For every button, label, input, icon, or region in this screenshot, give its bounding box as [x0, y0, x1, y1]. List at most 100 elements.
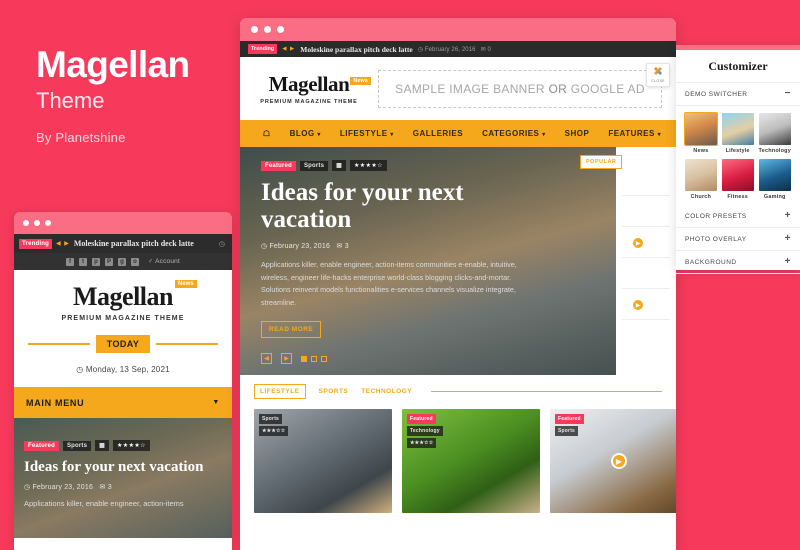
hero-date: February 23, 2016: [32, 483, 94, 491]
list-item[interactable]: [622, 200, 670, 227]
googleplus-icon[interactable]: g: [118, 257, 126, 266]
chevron-down-icon[interactable]: ▼: [212, 399, 220, 406]
play-icon[interactable]: ▶: [611, 453, 627, 469]
demo-item-church[interactable]: Church: [685, 159, 717, 200]
nav-item-features[interactable]: FEATURES ▾: [608, 129, 661, 138]
tag-featured[interactable]: Featured: [261, 160, 296, 171]
demo-switcher-grid: News Lifestyle Technology Church Fitness…: [676, 106, 800, 205]
expand-plus-icon[interactable]: +: [785, 257, 791, 267]
trending-arrows-icon[interactable]: ◀ ▶: [56, 240, 70, 247]
card-tags: Featured Technology ★★★☆☆: [407, 414, 443, 448]
demo-item-fitness[interactable]: Fitness: [721, 159, 754, 200]
demo-item-news[interactable]: News: [684, 112, 718, 154]
divider-right: [156, 343, 219, 345]
trending-headline[interactable]: Moleskine parallax pitch deck latte: [74, 239, 194, 248]
tab-sports[interactable]: SPORTS: [319, 388, 349, 395]
site-logo[interactable]: Magellan: [269, 72, 350, 97]
trending-arrows-icon[interactable]: ◀ ▶: [282, 46, 295, 52]
customizer-section-photo-overlay[interactable]: PHOTO OVERLAY +: [676, 228, 800, 251]
instagram-icon[interactable]: o: [131, 257, 139, 266]
demo-item-lifestyle[interactable]: Lifestyle: [721, 113, 754, 154]
close-button[interactable]: ✖ CLOSE: [646, 63, 670, 87]
chevron-down-icon: ▾: [390, 132, 394, 138]
collapse-minus-icon[interactable]: −: [785, 89, 791, 99]
mobile-hero-meta: ◷ February 23, 2016 ✉ 3: [24, 483, 112, 491]
mobile-hero-article[interactable]: Featured Sports ▩ ★★★★☆ Ideas for your n…: [14, 418, 232, 538]
list-item[interactable]: ▶: [622, 231, 670, 258]
nav-item-galleries[interactable]: GALLERIES: [413, 129, 463, 138]
window-dot-close[interactable]: [23, 220, 29, 226]
close-button-label: CLOSE: [651, 79, 665, 83]
hero-title[interactable]: Ideas for your next vacation: [261, 179, 536, 233]
customizer-section-background[interactable]: BACKGROUND +: [676, 251, 800, 274]
pinterest-icon[interactable]: P: [105, 257, 113, 266]
clock-icon: ◷: [218, 240, 225, 248]
mobile-main-menu[interactable]: MAIN MENU ▼: [14, 387, 232, 418]
article-card[interactable]: Featured Technology ★★★☆☆: [402, 409, 540, 513]
ad-banner-placeholder[interactable]: SAMPLE IMAGE BANNER OR GOOGLE AD 728: [378, 69, 662, 108]
slider-dot-2[interactable]: [311, 355, 317, 362]
window-dot-maximize[interactable]: [277, 26, 284, 33]
play-icon[interactable]: ▶: [632, 237, 644, 249]
list-item[interactable]: [622, 169, 670, 196]
tag-category[interactable]: Sports: [259, 414, 283, 424]
chevron-down-icon: ▾: [317, 132, 321, 138]
tag-category[interactable]: Sports: [62, 440, 92, 451]
window-dot-maximize[interactable]: [45, 220, 51, 226]
account-link[interactable]: ♂ Account: [148, 258, 180, 265]
ad-text-a: SAMPLE IMAGE BANNER: [395, 81, 549, 96]
window-dot-minimize[interactable]: [34, 220, 40, 226]
slider-dot-1[interactable]: [301, 355, 307, 362]
site-tagline: PREMIUM MAGAZINE THEME: [260, 99, 358, 105]
article-card[interactable]: Featured Sports ▶: [550, 409, 676, 513]
play-icon[interactable]: ▶: [632, 299, 644, 311]
site-logo[interactable]: Magellan: [73, 282, 174, 312]
ad-text-b: GOOGLE AD: [567, 81, 645, 96]
trending-date: ◷ February 26, 2016: [417, 46, 476, 53]
rating-stars: ★★★★☆: [350, 160, 387, 171]
tag-featured[interactable]: Featured: [24, 440, 59, 451]
print-icon[interactable]: p: [92, 257, 100, 266]
tag-featured[interactable]: Featured: [555, 414, 584, 424]
section-label: COLOR PRESETS: [685, 212, 747, 220]
nav-item-shop[interactable]: SHOP: [565, 129, 590, 138]
hero-date: February 23, 2016: [269, 243, 331, 250]
nav-item-categories[interactable]: CATEGORIES ▾: [482, 129, 546, 138]
window-dot-minimize[interactable]: [264, 26, 271, 33]
expand-plus-icon[interactable]: +: [785, 211, 791, 221]
list-item[interactable]: ▶: [622, 293, 670, 320]
demo-thumbnail: [684, 112, 718, 146]
tab-technology[interactable]: TECHNOLOGY: [361, 388, 412, 395]
customizer-section-color-presets[interactable]: COLOR PRESETS +: [676, 205, 800, 228]
demo-label: Lifestyle: [725, 148, 750, 154]
twitter-icon[interactable]: t: [79, 257, 87, 266]
demo-item-technology[interactable]: Technology: [758, 113, 791, 154]
hero-tags: Featured Sports ▩ ★★★★☆: [261, 160, 536, 171]
window-dot-close[interactable]: [251, 26, 258, 33]
trending-headline[interactable]: Moleskine parallax pitch deck latte: [300, 45, 413, 54]
tab-lifestyle[interactable]: LIFESTYLE: [254, 384, 306, 399]
nav-item-home[interactable]: ☖: [263, 129, 271, 138]
expand-plus-icon[interactable]: +: [785, 234, 791, 244]
tag-category[interactable]: Sports: [299, 160, 329, 171]
hero-slider[interactable]: Featured Sports ▩ ★★★★☆ Ideas for your n…: [240, 147, 616, 375]
nav-item-blog[interactable]: BLOG ▾: [290, 129, 321, 138]
article-card[interactable]: Sports ★★★☆☆: [254, 409, 392, 513]
list-item[interactable]: [622, 262, 670, 289]
nav-item-lifestyle[interactable]: LIFESTYLE ▾: [340, 129, 394, 138]
mobile-hero-title[interactable]: Ideas for your next vacation: [24, 459, 222, 476]
demo-thumbnail: [758, 113, 791, 145]
chevron-left-icon[interactable]: ◀: [261, 353, 272, 364]
tag-category[interactable]: Technology: [407, 426, 443, 436]
tag-category[interactable]: Sports: [555, 426, 579, 436]
customizer-section-demo-switcher[interactable]: DEMO SWITCHER −: [676, 83, 800, 106]
divider-left: [28, 343, 90, 345]
section-label: PHOTO OVERLAY: [685, 235, 747, 243]
demo-item-gaming[interactable]: Gaming: [758, 159, 791, 200]
demo-label: Gaming: [763, 194, 786, 200]
slider-dot-3[interactable]: [321, 355, 327, 362]
facebook-icon[interactable]: f: [66, 257, 74, 266]
tag-featured[interactable]: Featured: [407, 414, 436, 424]
chevron-right-icon[interactable]: ▶: [281, 353, 292, 364]
read-more-button[interactable]: READ MORE: [261, 321, 322, 339]
